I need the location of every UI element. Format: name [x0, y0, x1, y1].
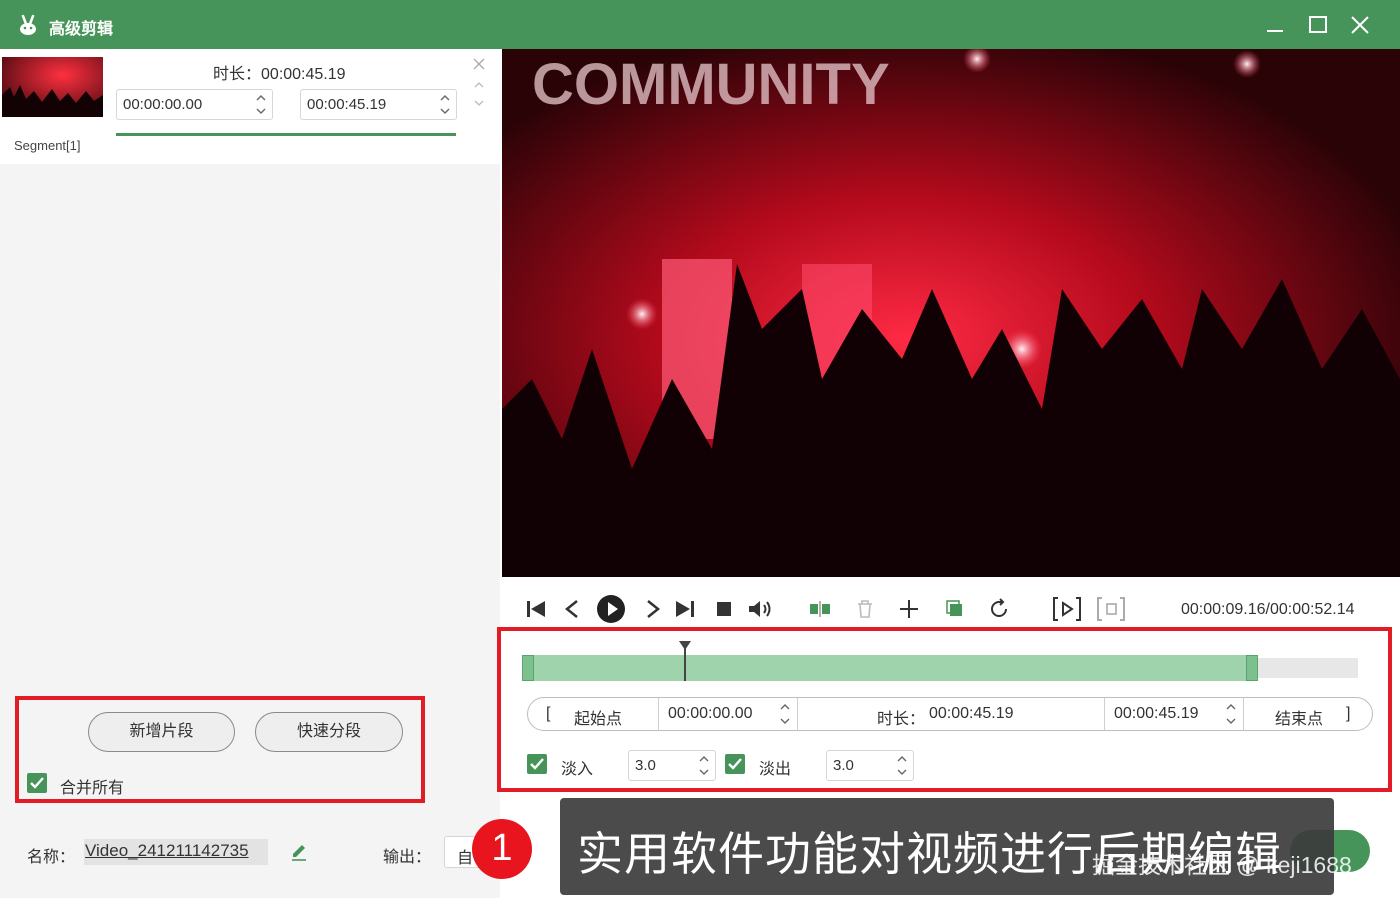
- end-point-button[interactable]: 结束点: [1275, 705, 1323, 729]
- checkmark-icon: [30, 777, 44, 789]
- maximize-icon[interactable]: [1303, 10, 1333, 40]
- fade-out-label: 淡出: [759, 761, 792, 778]
- set-out-point-icon[interactable]: [1095, 595, 1127, 623]
- fade-in-checkbox[interactable]: [527, 754, 547, 774]
- time-readout: 00:00:09.16/00:00:52.14: [1181, 601, 1355, 618]
- fade-in-label: 淡入: [561, 761, 594, 778]
- fade-in-input[interactable]: 3.0: [628, 750, 716, 781]
- skip-to-end-icon[interactable]: [673, 597, 697, 621]
- set-in-point-icon[interactable]: [1051, 595, 1083, 623]
- divider: [658, 698, 659, 730]
- divider: [797, 698, 798, 730]
- video-preview[interactable]: COMMUNITY: [502, 49, 1400, 577]
- checkmark-icon: [530, 758, 544, 770]
- segment-start-value: 00:00:00.00: [123, 96, 203, 113]
- start-point-button[interactable]: 起始点: [574, 705, 622, 729]
- segment-end-value: 00:00:45.19: [307, 96, 387, 113]
- next-frame-icon[interactable]: [640, 597, 664, 621]
- previous-frame-icon[interactable]: [561, 597, 585, 621]
- bracket-open-icon: [: [546, 705, 551, 722]
- add-icon[interactable]: [897, 597, 921, 621]
- close-segment-icon[interactable]: [472, 57, 486, 71]
- fade-out-value: 3.0: [833, 757, 854, 774]
- fade-in-value: 3.0: [635, 757, 656, 774]
- segment-end-input[interactable]: 00:00:45.19: [300, 89, 457, 120]
- watermark: 掘金技术社区 @ keji1688: [1092, 852, 1352, 878]
- output-label: 输出：: [383, 849, 432, 866]
- rabbit-logo-icon: [20, 14, 36, 35]
- merge-all-checkbox[interactable]: [27, 773, 47, 793]
- title-bar: 高级剪辑: [0, 0, 1400, 49]
- stepper-arrows-icon[interactable]: [778, 700, 792, 728]
- checkmark-icon: [728, 758, 742, 770]
- timeline-start-handle[interactable]: [522, 655, 534, 681]
- reorder-arrows-icon[interactable]: [472, 79, 486, 109]
- quick-split-button[interactable]: 快速分段: [255, 712, 403, 752]
- stepper-arrows-icon[interactable]: [697, 752, 711, 779]
- close-icon[interactable]: [1345, 10, 1375, 40]
- fade-out-input[interactable]: 3.0: [826, 750, 914, 781]
- output-value: 自: [457, 850, 474, 867]
- stop-icon[interactable]: [712, 597, 736, 621]
- step-badge: 1: [472, 819, 532, 879]
- stepper-arrows-icon[interactable]: [895, 752, 909, 779]
- copy-icon[interactable]: [943, 597, 967, 621]
- delete-icon[interactable]: [853, 597, 877, 621]
- segment-duration-label: 时长：: [213, 66, 262, 83]
- end-time-value[interactable]: 00:00:45.19: [1114, 705, 1199, 723]
- divider: [1104, 698, 1105, 730]
- fade-out-checkbox[interactable]: [725, 754, 745, 774]
- stepper-arrows-icon[interactable]: [438, 91, 452, 118]
- stepper-arrows-icon[interactable]: [1224, 700, 1238, 728]
- playhead-marker-icon[interactable]: [679, 641, 691, 651]
- timeline-selection[interactable]: [527, 655, 1255, 681]
- range-duration-label: 时长：: [877, 711, 926, 728]
- name-label: 名称：: [27, 849, 76, 866]
- range-bar: [ 起始点 00:00:00.00 时长： 00:00:45.19 00:00:…: [527, 697, 1373, 731]
- split-icon[interactable]: [808, 597, 832, 621]
- file-name-field[interactable]: Video_241211142735: [84, 839, 268, 865]
- range-duration-value: 00:00:45.19: [929, 705, 1014, 722]
- edit-pencil-icon[interactable]: [289, 842, 309, 862]
- app-title: 高级剪辑: [49, 21, 114, 38]
- segment-name: Segment[1]: [14, 138, 81, 153]
- timeline-end-handle[interactable]: [1246, 655, 1258, 681]
- video-overlay-text: COMMUNITY: [532, 52, 890, 117]
- segment-duration-value: 00:00:45.19: [261, 66, 346, 83]
- merge-all-label: 合并所有: [60, 780, 125, 797]
- segment-card[interactable]: Segment[1] 时长：00:00:45.19 00:00:00.00 00…: [0, 49, 500, 164]
- segment-thumbnail: [2, 57, 103, 117]
- concert-frame-image: COMMUNITY: [502, 49, 1400, 577]
- stepper-arrows-icon[interactable]: [254, 91, 268, 118]
- divider: [1243, 698, 1244, 730]
- segment-start-input[interactable]: 00:00:00.00: [116, 89, 273, 120]
- segment-range-bar: [116, 133, 456, 136]
- reset-icon[interactable]: [987, 597, 1011, 621]
- segment-duration: 时长：00:00:45.19: [213, 60, 346, 84]
- start-time-value[interactable]: 00:00:00.00: [668, 705, 753, 723]
- minimize-icon[interactable]: [1260, 10, 1290, 40]
- skip-to-start-icon[interactable]: [524, 597, 548, 621]
- play-icon[interactable]: [596, 594, 626, 624]
- volume-icon[interactable]: [746, 597, 776, 621]
- bracket-close-icon: ]: [1346, 705, 1351, 722]
- add-segment-button[interactable]: 新增片段: [88, 712, 235, 752]
